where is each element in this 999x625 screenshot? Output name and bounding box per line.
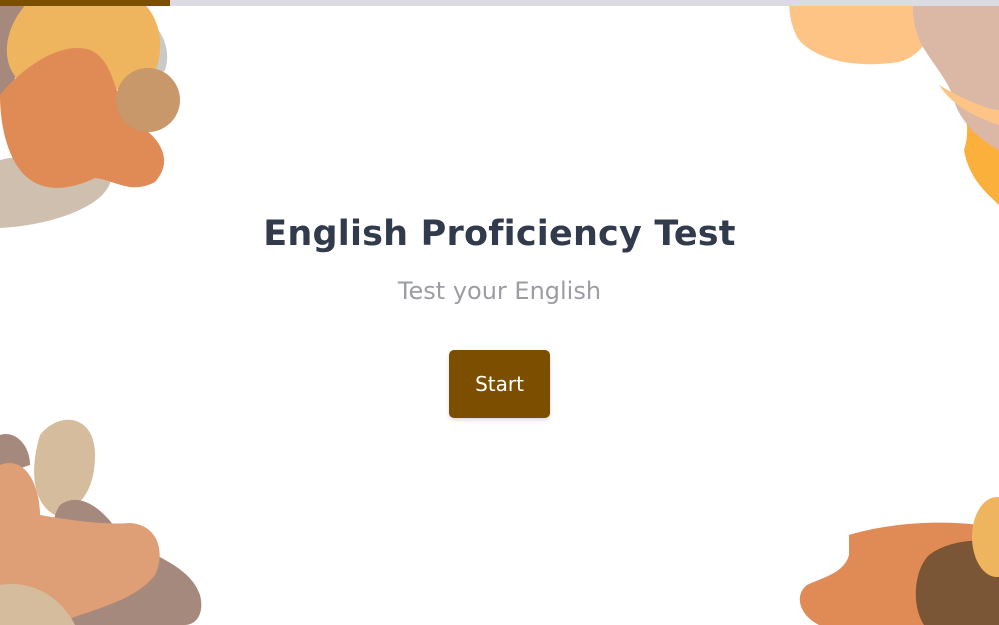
- start-button[interactable]: Start: [449, 350, 550, 418]
- page-subtitle: Test your English: [397, 277, 602, 305]
- intro-panel: English Proficiency Test Test your Engli…: [0, 0, 999, 625]
- page-title: English Proficiency Test: [263, 214, 736, 254]
- progress-bar-fill: [0, 0, 170, 6]
- progress-bar: [0, 0, 999, 6]
